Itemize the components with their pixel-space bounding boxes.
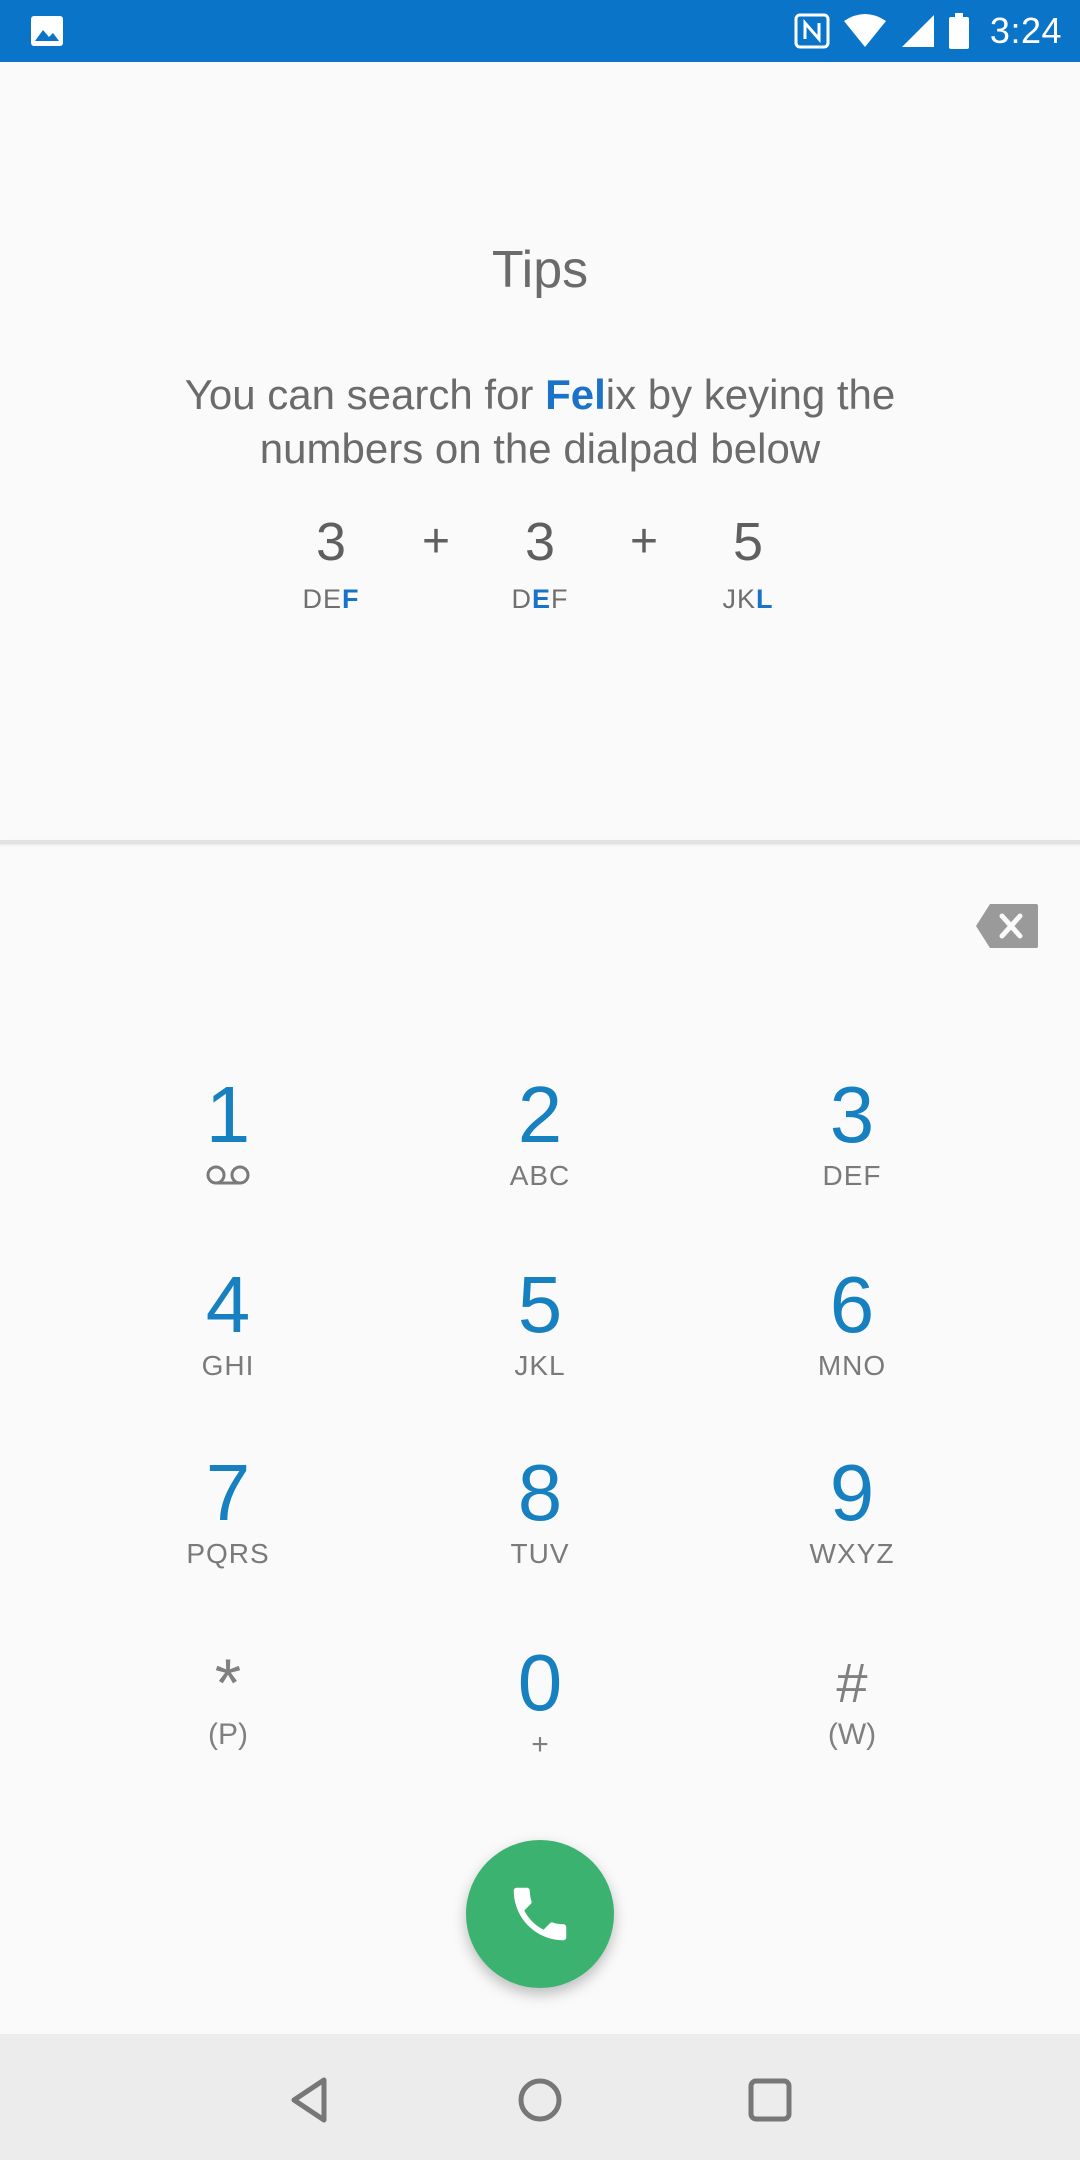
dialpad-key-star[interactable]: * (P) bbox=[78, 1645, 378, 1830]
dialpad-key-2[interactable]: 2 ABC bbox=[390, 1072, 690, 1252]
key-letters: PQRS bbox=[186, 1538, 270, 1569]
navigation-bar bbox=[0, 2034, 1080, 2160]
tips-panel: Tips You can search for Felix by keying … bbox=[0, 62, 1080, 840]
dialpad-key-8[interactable]: 8 TUV bbox=[390, 1450, 690, 1630]
key-sub: (W) bbox=[827, 1718, 877, 1751]
key-symbol: * bbox=[214, 1645, 242, 1721]
tips-text-before: You can search for bbox=[184, 371, 546, 418]
key-digit: 4 bbox=[205, 1260, 251, 1349]
key-digit: 1 bbox=[205, 1070, 251, 1159]
sequence-digit: 5 JKL bbox=[688, 510, 808, 615]
key-letters: TUV bbox=[510, 1538, 570, 1569]
panel-divider bbox=[0, 840, 1080, 844]
sequence-letters: DEF bbox=[511, 584, 569, 614]
voicemail-icon bbox=[206, 1165, 250, 1185]
dialpad-key-6[interactable]: 6 MNO bbox=[702, 1262, 1002, 1442]
dialpad-key-4[interactable]: 4 GHI bbox=[78, 1262, 378, 1442]
status-time: 3:24 bbox=[989, 10, 1062, 51]
tips-title: Tips bbox=[491, 241, 589, 299]
key-digit: 0 bbox=[517, 1638, 563, 1727]
key-letters: WXYZ bbox=[809, 1538, 895, 1569]
key-digit: 8 bbox=[517, 1448, 563, 1537]
call-button[interactable] bbox=[466, 1840, 614, 1988]
status-bar: 3:24 bbox=[0, 0, 1080, 62]
key-digit: 5 bbox=[517, 1260, 563, 1349]
sequence-number: 3 bbox=[315, 512, 347, 572]
plus-sign: + bbox=[421, 515, 451, 568]
wifi-icon bbox=[843, 14, 886, 47]
sequence-number: 5 bbox=[732, 512, 764, 572]
recents-icon[interactable] bbox=[742, 2072, 798, 2128]
key-letters: GHI bbox=[201, 1350, 255, 1381]
sequence-digit: 3 DEF bbox=[480, 510, 600, 615]
phone-icon bbox=[513, 1887, 567, 1941]
tips-text: You can search for Felix by keying the n… bbox=[120, 368, 960, 476]
sequence-letters: DEF bbox=[302, 584, 360, 614]
dialpad-key-0[interactable]: 0 + bbox=[390, 1640, 690, 1820]
battery-icon bbox=[948, 13, 969, 49]
gallery-icon bbox=[31, 16, 63, 46]
sequence-digit: 3 DEF bbox=[271, 510, 391, 615]
sequence-letters: JKL bbox=[722, 584, 774, 614]
signal-icon bbox=[901, 15, 934, 47]
key-digit: 6 bbox=[829, 1260, 875, 1349]
key-symbol: # bbox=[836, 1651, 868, 1714]
key-letters: ABC bbox=[509, 1160, 571, 1191]
dialpad-key-1[interactable]: 1 bbox=[78, 1072, 378, 1252]
dialpad-key-7[interactable]: 7 PQRS bbox=[78, 1450, 378, 1630]
backspace-icon[interactable] bbox=[974, 902, 1040, 950]
key-digit: 7 bbox=[205, 1448, 251, 1537]
back-icon[interactable] bbox=[282, 2072, 338, 2128]
key-sub: (P) bbox=[208, 1718, 248, 1751]
key-digit: 9 bbox=[829, 1448, 875, 1537]
key-digit: 3 bbox=[829, 1070, 875, 1159]
dialpad-key-3[interactable]: 3 DEF bbox=[702, 1072, 1002, 1252]
key-digit: 2 bbox=[517, 1070, 563, 1159]
key-sequence: 3 DEF + 3 DEF + 5 JKL bbox=[0, 510, 1080, 630]
key-sub: + bbox=[531, 1728, 549, 1761]
key-letters: DEF bbox=[822, 1160, 882, 1191]
tips-text-highlight: Fel bbox=[545, 371, 606, 418]
key-letters: JKL bbox=[514, 1350, 566, 1381]
key-letters: MNO bbox=[817, 1350, 887, 1381]
dialpad-key-9[interactable]: 9 WXYZ bbox=[702, 1450, 1002, 1630]
sequence-number: 3 bbox=[524, 512, 556, 572]
nfc-icon bbox=[794, 13, 830, 49]
dialpad-key-hash[interactable]: # (W) bbox=[702, 1650, 1002, 1830]
dialpad-key-5[interactable]: 5 JKL bbox=[390, 1262, 690, 1442]
home-icon[interactable] bbox=[512, 2072, 568, 2128]
plus-sign: + bbox=[629, 515, 659, 568]
